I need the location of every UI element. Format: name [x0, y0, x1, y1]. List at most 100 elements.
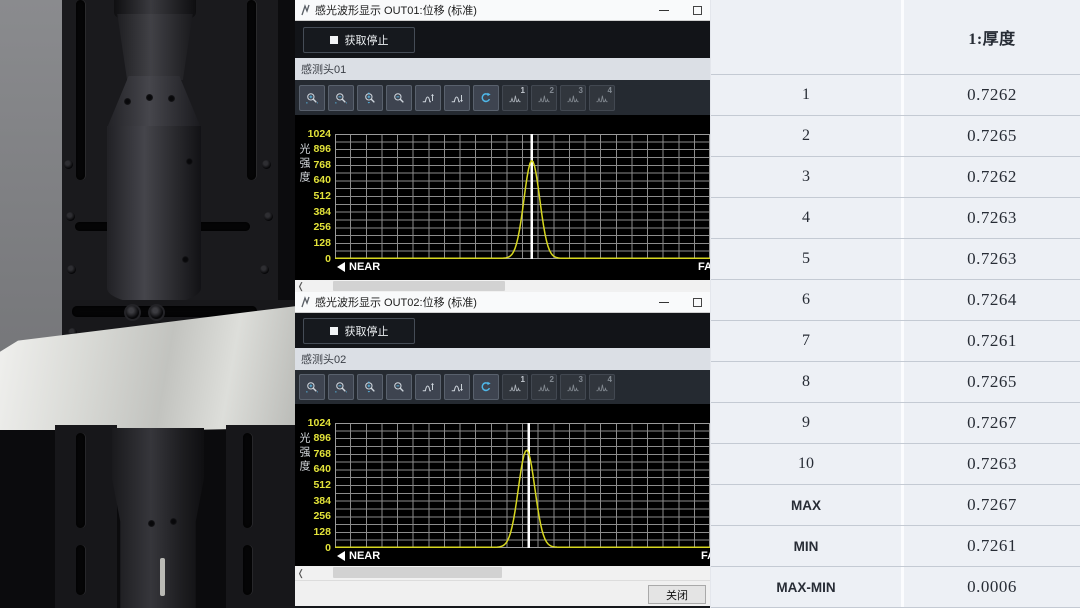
maximize-button[interactable] [693, 6, 702, 15]
window-titlebar[interactable]: 感光波形显示 OUT01:位移 (标准) [295, 0, 710, 21]
app-icon [301, 296, 310, 308]
chart-toolbar: 1 23 4 [295, 370, 710, 404]
photo-sensor-label-sticker [160, 558, 165, 596]
photo-gray-frame [0, 0, 62, 356]
zoom-in-vertical-button[interactable] [357, 374, 383, 400]
waveform-number-badge: 2 [550, 375, 554, 384]
y-axis-ticks: 10248967686405123842561280 [295, 423, 331, 548]
photo-slot [243, 545, 252, 595]
measurement-index-cell: 7 [711, 321, 901, 361]
zoom-out-vertical-icon [393, 379, 405, 395]
near-label: NEAR [337, 261, 380, 273]
zoom-out-vertical-button[interactable] [386, 85, 412, 111]
measurement-value-cell: 0.7263 [901, 239, 1080, 279]
waveform-2-button[interactable]: 2 [531, 374, 557, 400]
waveform-chart-panel: 光强度 10248967686405123842561280 NEAR FAR [295, 115, 710, 280]
peak-down-icon [451, 379, 463, 395]
waveform-3-button[interactable]: 3 [560, 85, 586, 111]
stop-button-label: 获取停止 [345, 323, 389, 339]
waveform-1-button[interactable]: 1 [502, 374, 528, 400]
measurement-index-cell: 1 [711, 75, 901, 115]
photo-hex-screw [124, 304, 141, 321]
photo-screw-hole [262, 160, 271, 169]
waveform-1-button[interactable]: 1 [502, 85, 528, 111]
peak-down-button[interactable] [444, 85, 470, 111]
table-row: 80.7265 [711, 362, 1080, 403]
photo-vent-hole [186, 158, 193, 165]
y-tick-label: 768 [297, 160, 331, 171]
minimize-button[interactable] [659, 302, 669, 303]
waveform-2-button[interactable]: 2 [531, 85, 557, 111]
sensor-head-label: 感测头02 [301, 351, 346, 367]
zoom-out-horizontal-button[interactable] [328, 85, 354, 111]
stop-acquisition-button[interactable]: 获取停止 [303, 318, 415, 344]
photo-vent-hole [148, 520, 155, 527]
zoom-in-horizontal-button[interactable] [299, 85, 325, 111]
peak-down-button[interactable] [444, 374, 470, 400]
scrollbar-thumb[interactable] [333, 281, 505, 291]
maximize-button[interactable] [693, 298, 702, 307]
photo-top-sensor-neck [114, 14, 196, 80]
waveform-number-badge: 3 [579, 86, 583, 95]
minimize-button[interactable] [659, 10, 669, 11]
cursor-line[interactable] [528, 423, 530, 548]
waveform-4-icon [596, 379, 608, 395]
y-tick-label: 768 [297, 449, 331, 460]
table-header-row: 1:厚度 [711, 0, 1080, 75]
stop-acquisition-button[interactable]: 获取停止 [303, 27, 415, 53]
peak-up-icon [422, 379, 434, 395]
measurement-index-cell: MAX-MIN [711, 567, 901, 607]
cursor-line[interactable] [531, 134, 533, 259]
y-tick-label: 384 [297, 207, 331, 218]
waveform-number-badge: 2 [550, 86, 554, 95]
far-label: FAR [701, 550, 710, 562]
measurement-value-cell: 0.7263 [901, 198, 1080, 238]
waveform-2-icon [538, 379, 550, 395]
refresh-button[interactable] [473, 374, 499, 400]
measurement-value-cell: 0.7261 [901, 321, 1080, 361]
photo-slot [76, 433, 85, 528]
zoom-out-horizontal-button[interactable] [328, 374, 354, 400]
measurement-value-cell: 0.7263 [901, 444, 1080, 484]
y-tick-label: 256 [297, 511, 331, 522]
zoom-out-vertical-button[interactable] [386, 374, 412, 400]
y-axis-ticks: 10248967686405123842561280 [295, 134, 331, 259]
horizontal-scrollbar[interactable]: ❬ [295, 566, 710, 580]
window-titlebar[interactable]: 感光波形显示 OUT02:位移 (标准) [295, 292, 710, 313]
measurement-value-cell: 0.7261 [901, 526, 1080, 566]
y-tick-label: 512 [297, 480, 331, 491]
horizontal-scrollbar[interactable]: ❬ [295, 280, 710, 292]
waveform-number-badge: 1 [521, 375, 525, 384]
table-row: 30.7262 [711, 157, 1080, 198]
scroll-left-arrow-icon[interactable]: ❬ [297, 566, 305, 580]
peak-up-button[interactable] [415, 374, 441, 400]
table-row: 20.7265 [711, 116, 1080, 157]
zoom-in-horizontal-icon [306, 90, 318, 106]
photo-slot [243, 433, 252, 528]
zoom-out-vertical-icon [393, 90, 405, 106]
scrollbar-thumb[interactable] [333, 567, 502, 578]
measurement-index-cell: 3 [711, 157, 901, 197]
chart-toolbar: 1 2 34 [295, 80, 710, 115]
refresh-button[interactable] [473, 85, 499, 111]
table-row: 60.7264 [711, 280, 1080, 321]
measurement-table: 1:厚度 10.726220.726530.726240.726350.7263… [710, 0, 1080, 608]
waveform-4-button[interactable]: 4 [589, 374, 615, 400]
scroll-left-arrow-icon[interactable]: ❬ [297, 280, 305, 292]
y-tick-label: 512 [297, 191, 331, 202]
zoom-in-horizontal-button[interactable] [299, 374, 325, 400]
table-row: 40.7263 [711, 198, 1080, 239]
measurement-value-cell: 0.7265 [901, 116, 1080, 156]
waveform-4-button[interactable]: 4 [589, 85, 615, 111]
waveform-2-icon [538, 90, 550, 106]
close-button[interactable]: 关闭 [648, 585, 706, 604]
y-tick-label: 1024 [297, 418, 331, 429]
waveform-number-badge: 4 [608, 375, 612, 384]
window-title: 感光波形显示 OUT02:位移 (标准) [315, 294, 477, 310]
y-tick-label: 0 [297, 543, 331, 554]
photo-vent-hole [182, 256, 189, 263]
waveform-3-button[interactable]: 3 [560, 374, 586, 400]
peak-up-button[interactable] [415, 85, 441, 111]
zoom-in-vertical-button[interactable] [357, 85, 383, 111]
measurement-value-cell: 0.7267 [901, 403, 1080, 443]
